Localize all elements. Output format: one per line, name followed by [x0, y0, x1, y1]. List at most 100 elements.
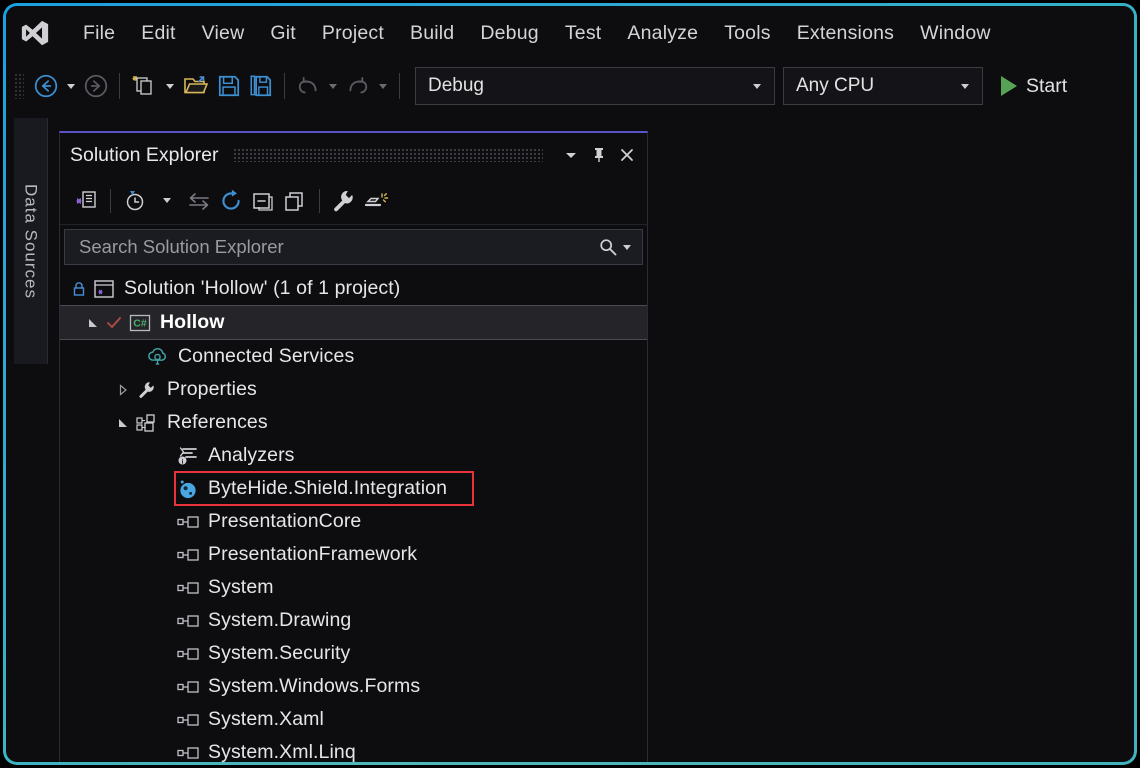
sync-with-active-document-button[interactable]	[183, 183, 215, 219]
navigate-forward-button[interactable]	[80, 67, 112, 105]
tree-item-solution[interactable]: Solution 'Hollow' (1 of 1 project)	[60, 272, 647, 305]
new-project-dropdown-icon[interactable]	[166, 84, 174, 89]
data-sources-label: Data Sources	[21, 184, 41, 299]
menu-item-view[interactable]: View	[189, 18, 258, 49]
tree-item-label: System.Xml.Linq	[208, 741, 356, 762]
window-menu-button[interactable]	[557, 140, 585, 170]
tree-item-presentationcore[interactable]: PresentationCore	[60, 505, 647, 538]
navigate-backward-dropdown-icon[interactable]	[67, 84, 75, 89]
tree-item-system-windows-forms[interactable]: System.Windows.Forms	[60, 670, 647, 703]
menu-item-extensions[interactable]: Extensions	[784, 18, 907, 49]
tree-item-properties[interactable]: Properties	[60, 373, 647, 406]
tree-item-label: Properties	[167, 378, 257, 401]
assembly-reference-icon	[175, 544, 201, 566]
undo-button[interactable]	[292, 67, 324, 105]
menu-item-tools[interactable]: Tools	[711, 18, 784, 49]
collapse-all-button[interactable]	[247, 183, 279, 219]
open-file-button[interactable]	[179, 67, 213, 105]
undo-dropdown-icon[interactable]	[329, 84, 337, 89]
navigate-forward-icon	[83, 73, 109, 99]
start-debug-button[interactable]: Start	[993, 67, 1075, 105]
visual-studio-logo-icon	[16, 18, 54, 48]
tree-item-bytehide-shield-integration[interactable]: ByteHide.Shield.Integration	[60, 472, 647, 505]
navigate-backward-button[interactable]	[30, 67, 62, 105]
redo-button[interactable]	[342, 67, 374, 105]
pending-changes-dropdown-button[interactable]	[151, 183, 183, 219]
pending-changes-filter-button[interactable]	[119, 183, 151, 219]
open-file-icon	[182, 73, 210, 99]
tree-item-system[interactable]: System	[60, 571, 647, 604]
tree-item-label: Connected Services	[178, 345, 354, 368]
solution-explorer-home-button[interactable]	[70, 183, 102, 219]
search-input[interactable]	[77, 235, 598, 259]
tree-item-label: PresentationFramework	[208, 543, 417, 566]
toolbar-separator	[319, 189, 320, 213]
nuget-package-icon	[175, 478, 201, 500]
window-menu-chevron-down-icon	[564, 148, 578, 162]
solution-configuration-value: Debug	[428, 75, 748, 97]
tree-item-system-xaml[interactable]: System.Xaml	[60, 703, 647, 736]
tree-item-project-hollow[interactable]: C# Hollow	[60, 305, 647, 340]
play-triangle-icon	[1001, 76, 1017, 96]
connected-services-cloud-icon	[145, 346, 171, 368]
assembly-reference-icon	[175, 709, 201, 731]
pending-changes-clock-icon	[123, 189, 147, 213]
save-all-button[interactable]	[245, 67, 277, 105]
tree-item-system-security[interactable]: System.Security	[60, 637, 647, 670]
visual-studio-window: File Edit View Git Project Build Debug T…	[6, 6, 1134, 762]
assembly-reference-icon	[175, 643, 201, 665]
expander-expanded-icon[interactable]	[112, 412, 134, 434]
preview-selected-items-button[interactable]	[360, 183, 392, 219]
menu-item-analyze[interactable]: Analyze	[614, 18, 711, 49]
save-all-icon	[248, 73, 274, 99]
redo-icon	[345, 73, 371, 99]
solution-explorer-search-box[interactable]	[64, 229, 643, 265]
solution-explorer-panel: Solution Explorer	[59, 131, 648, 762]
solution-configuration-combobox[interactable]: Debug	[415, 67, 775, 105]
search-options-chevron-down-icon[interactable]	[623, 245, 631, 250]
tree-item-analyzers[interactable]: i Analyzers	[60, 439, 647, 472]
panel-drag-handle[interactable]	[233, 148, 544, 162]
solution-explorer-home-icon	[74, 189, 98, 213]
show-all-files-button[interactable]	[279, 183, 311, 219]
menu-item-test[interactable]: Test	[552, 18, 615, 49]
tree-item-label: References	[167, 411, 268, 434]
data-sources-dock-tab[interactable]: Data Sources	[14, 118, 48, 364]
menu-item-edit[interactable]: Edit	[128, 18, 188, 49]
solution-explorer-title: Solution Explorer	[70, 144, 219, 167]
close-panel-button[interactable]	[613, 140, 641, 170]
standard-toolbar: Debug Any CPU Start	[6, 60, 1134, 112]
menu-item-project[interactable]: Project	[309, 18, 397, 49]
expander-expanded-icon[interactable]	[82, 312, 104, 334]
redo-dropdown-icon[interactable]	[379, 84, 387, 89]
menu-item-window[interactable]: Window	[907, 18, 1004, 49]
menu-item-debug[interactable]: Debug	[467, 18, 551, 49]
new-project-button[interactable]	[127, 67, 161, 105]
csharp-project-icon: C#	[127, 312, 153, 334]
pin-icon	[591, 146, 607, 164]
close-icon	[619, 147, 635, 163]
tree-item-presentationframework[interactable]: PresentationFramework	[60, 538, 647, 571]
menu-item-file[interactable]: File	[70, 18, 128, 49]
solution-explorer-toolbar	[60, 177, 647, 225]
search-magnifier-icon[interactable]	[598, 237, 618, 257]
solution-platform-combobox[interactable]: Any CPU	[783, 67, 983, 105]
tree-item-connected-services[interactable]: Connected Services	[60, 340, 647, 373]
tree-item-label: System.Windows.Forms	[208, 675, 420, 698]
solution-explorer-title-bar[interactable]: Solution Explorer	[60, 133, 647, 177]
expander-collapsed-icon[interactable]	[112, 379, 134, 401]
svg-text:i: i	[182, 458, 184, 465]
save-button[interactable]	[213, 67, 245, 105]
tree-item-system-drawing[interactable]: System.Drawing	[60, 604, 647, 637]
pin-button[interactable]	[585, 140, 613, 170]
tree-item-system-xml-linq[interactable]: System.Xml.Linq	[60, 736, 647, 762]
properties-button[interactable]	[328, 183, 360, 219]
tree-item-references[interactable]: References	[60, 406, 647, 439]
menu-item-git[interactable]: Git	[257, 18, 309, 49]
refresh-icon	[218, 188, 244, 214]
refresh-button[interactable]	[215, 183, 247, 219]
toolbar-drag-grip[interactable]	[14, 73, 24, 99]
svg-text:C#: C#	[133, 317, 147, 329]
assembly-reference-icon	[175, 610, 201, 632]
menu-item-build[interactable]: Build	[397, 18, 467, 49]
